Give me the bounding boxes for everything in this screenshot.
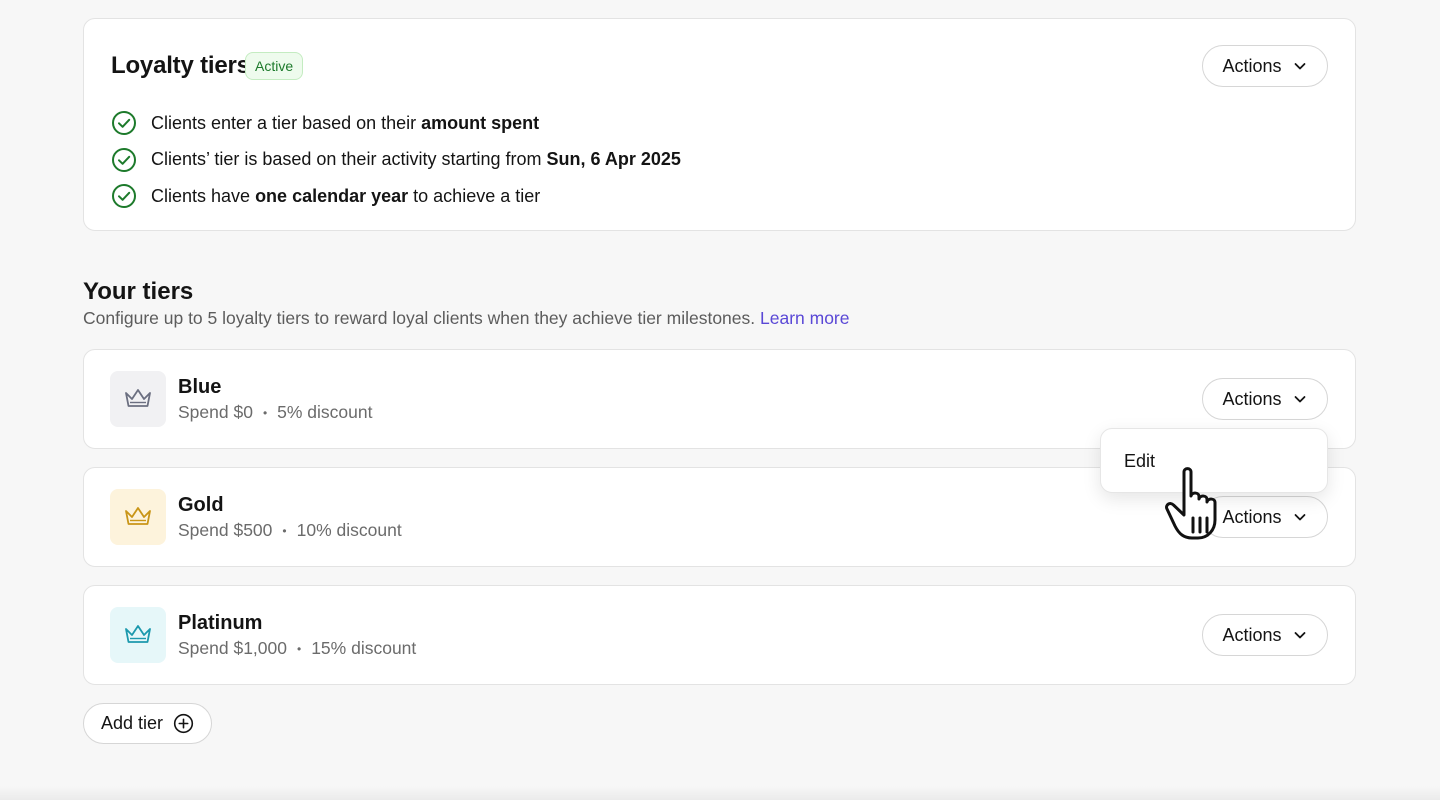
tier-card-platinum: Platinum Spend $1,000 • 15% discount Act… <box>83 585 1356 685</box>
rule-text: Clients’ tier is based on their activity… <box>151 149 681 170</box>
bottom-shadow <box>0 786 1440 800</box>
rules-list: Clients enter a tier based on their amou… <box>111 105 681 215</box>
hand-pointer-cursor-icon <box>1162 462 1242 542</box>
tier-name: Blue <box>178 376 222 398</box>
tier-name: Gold <box>178 494 224 516</box>
section-subtitle: Configure up to 5 loyalty tiers to rewar… <box>83 308 850 328</box>
tier-discount: 15% discount <box>311 638 417 658</box>
actions-label: Actions <box>1222 55 1282 76</box>
check-circle-icon <box>111 110 137 136</box>
separator-dot: • <box>282 523 287 538</box>
check-circle-icon <box>111 147 137 173</box>
chevron-down-icon <box>1292 391 1308 407</box>
rule-text: Clients enter a tier based on their amou… <box>151 112 540 133</box>
tier-spend: Spend $0 <box>178 402 253 422</box>
rule-item: Clients enter a tier based on their amou… <box>111 105 681 142</box>
chevron-down-icon <box>1292 58 1308 74</box>
add-tier-label: Add tier <box>100 713 164 733</box>
section-title: Your tiers <box>83 278 194 305</box>
tier-meta: Spend $1,000 • 15% discount <box>178 638 416 659</box>
tier-spend: Spend $1,000 <box>178 638 287 658</box>
tier-meta: Spend $500 • 10% discount <box>178 520 402 541</box>
page-title: Loyalty tiers <box>111 52 250 79</box>
learn-more-link[interactable]: Learn more <box>760 308 850 328</box>
rule-item: Clients have one calendar year to achiev… <box>111 178 681 215</box>
plus-circle-icon <box>173 713 194 734</box>
actions-label: Actions <box>1222 624 1282 645</box>
separator-dot: • <box>262 405 268 420</box>
crown-icon <box>110 489 166 545</box>
add-tier-button[interactable]: Add tier <box>83 703 212 744</box>
tier-actions-button[interactable]: Actions <box>1202 378 1328 420</box>
tier-discount: 5% discount <box>277 402 373 422</box>
menu-item-edit[interactable]: Edit <box>1124 451 1155 472</box>
summary-actions-button[interactable]: Actions <box>1202 45 1328 87</box>
tier-discount: 10% discount <box>296 520 402 540</box>
tier-spend: Spend $500 <box>178 520 273 540</box>
chevron-down-icon <box>1292 509 1308 525</box>
separator-dot: • <box>297 641 302 656</box>
status-badge: Active <box>245 52 304 80</box>
loyalty-tiers-page: Loyalty tiers Active Actions Clients ent… <box>0 0 1440 800</box>
rule-text: Clients have one calendar year to achiev… <box>151 185 541 206</box>
tier-name: Platinum <box>178 612 263 634</box>
chevron-down-icon <box>1292 627 1308 643</box>
actions-label: Actions <box>1222 388 1282 409</box>
rule-item: Clients’ tier is based on their activity… <box>111 142 681 179</box>
tier-actions-button[interactable]: Actions <box>1202 614 1328 656</box>
loyalty-summary-card: Loyalty tiers Active Actions Clients ent… <box>83 18 1356 231</box>
check-circle-icon <box>111 183 137 209</box>
crown-icon <box>110 607 166 663</box>
crown-icon <box>110 371 166 427</box>
tier-meta: Spend $0 • 5% discount <box>178 402 372 423</box>
